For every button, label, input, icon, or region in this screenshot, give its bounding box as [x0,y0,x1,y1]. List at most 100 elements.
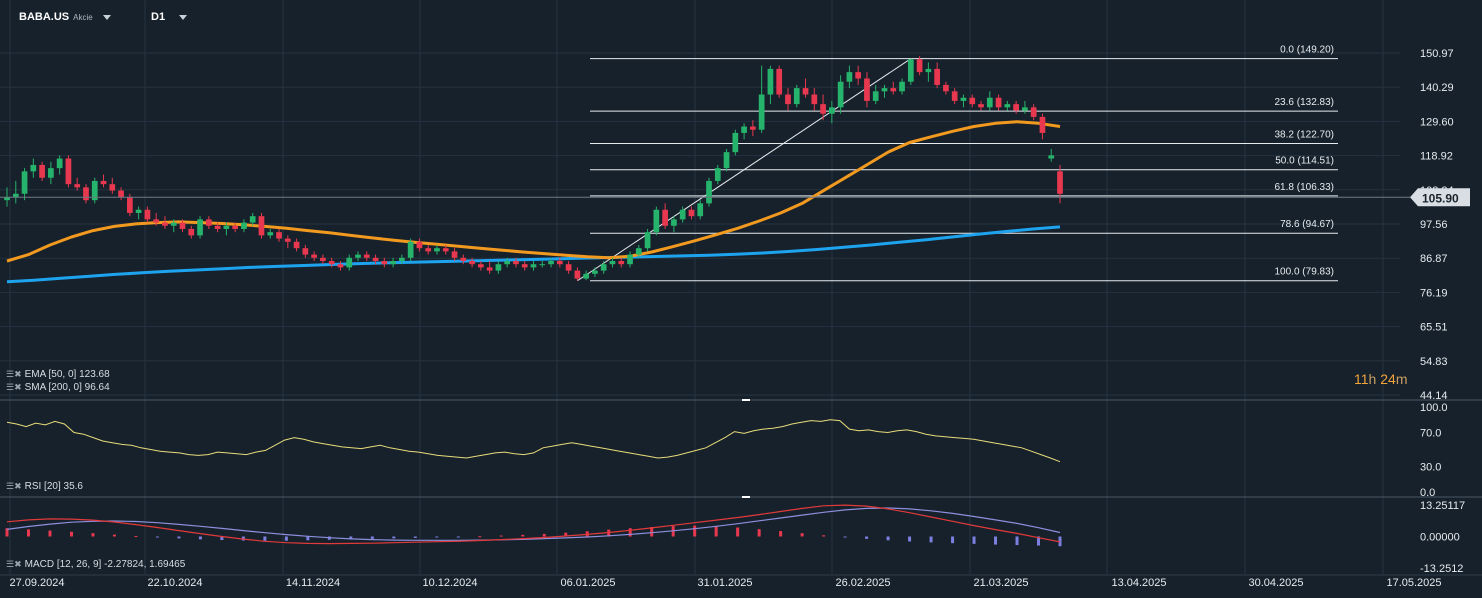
indicator-settings-icon[interactable]: ☰✖ [6,369,22,380]
candle[interactable] [907,59,914,82]
rsi-indicator-label[interactable]: ☰✖ RSI [20] 35.6 [6,481,83,492]
candle[interactable] [223,225,230,229]
candle[interactable] [758,94,765,130]
candle[interactable] [723,152,730,169]
candle[interactable] [530,264,537,268]
candle[interactable] [425,248,432,252]
candle[interactable] [811,94,818,105]
candle[interactable] [556,260,563,265]
candle[interactable] [855,72,862,79]
candle[interactable] [943,84,949,92]
candle[interactable] [355,254,361,258]
candle[interactable] [837,81,844,108]
candle[interactable] [407,241,414,258]
candle[interactable] [776,68,783,95]
candle[interactable] [864,78,870,101]
candle[interactable] [714,168,721,181]
symbol-selector[interactable]: BABA.US Akcie [19,11,93,23]
candle[interactable] [969,97,976,105]
indicator-settings-icon[interactable]: ☰✖ [6,382,22,393]
candle[interactable] [1013,104,1019,111]
candle[interactable] [188,228,195,236]
candle[interactable] [521,264,528,268]
candle[interactable] [363,254,370,258]
candle[interactable] [21,171,28,194]
candle[interactable] [986,97,993,108]
indicator-settings-icon[interactable]: ☰✖ [6,481,22,492]
candle[interactable] [1030,107,1037,117]
candle[interactable] [671,219,677,226]
candle[interactable] [732,132,739,153]
candle[interactable] [600,264,607,271]
candle[interactable] [820,104,826,114]
candle[interactable] [934,68,941,85]
candle[interactable] [153,219,160,223]
candle[interactable] [951,91,958,101]
candle[interactable] [320,257,326,261]
ema-indicator-label[interactable]: ☰✖ EMA [50, 0] 123.68 [6,369,110,380]
candle[interactable] [434,248,440,252]
candle[interactable] [197,219,203,236]
sma-indicator-label[interactable]: ☰✖ SMA [200, 0] 96.64 [6,382,110,393]
candle[interactable] [48,168,54,178]
macd-line[interactable] [6,504,1061,545]
symbol-dropdown-chevron-icon[interactable] [103,15,111,20]
candle[interactable] [232,225,239,229]
candle[interactable] [337,264,344,268]
candle[interactable] [144,209,151,220]
candle[interactable] [205,219,212,226]
candle[interactable] [56,158,63,169]
macd-indicator-label[interactable]: ☰✖ MACD [12, 26, 9] -2.27824, 1.69465 [6,559,185,570]
candle[interactable] [30,164,37,172]
candle[interactable] [565,264,572,271]
candle[interactable] [477,264,484,268]
candle[interactable] [1022,107,1028,111]
candle[interactable] [539,264,546,266]
pane-resize-handle[interactable] [742,496,750,498]
candle[interactable] [916,59,923,73]
candle[interactable] [293,241,300,249]
sma200-line[interactable] [6,225,1061,284]
timeframe-dropdown-chevron-icon[interactable] [179,15,187,20]
candle[interactable] [118,190,124,197]
candle[interactable] [1048,155,1055,159]
timeframe-selector[interactable]: D1 [151,11,165,23]
candle[interactable] [381,260,388,265]
candle[interactable] [74,184,81,188]
candle[interactable] [346,257,353,268]
ema50-line[interactable] [6,120,1061,263]
chart-canvas[interactable]: 150.97140.29129.60118.92108.2497.5686.87… [0,0,1482,598]
macd-signal-line[interactable] [6,507,1061,541]
candle[interactable] [583,273,590,279]
candle[interactable] [65,158,72,185]
indicator-settings-icon[interactable]: ☰✖ [6,559,22,570]
candle[interactable] [276,232,282,239]
candle[interactable] [750,126,756,130]
candle[interactable] [486,267,493,271]
candle[interactable] [960,97,967,101]
candle[interactable] [372,257,379,261]
candle[interactable] [995,97,1002,108]
candle[interactable] [214,225,221,229]
candle[interactable] [899,81,905,92]
candle[interactable] [469,260,475,265]
candle[interactable] [644,232,651,249]
candle[interactable] [162,222,168,226]
candle[interactable] [978,104,984,108]
candle[interactable] [100,180,107,185]
candle[interactable] [653,209,660,233]
candle[interactable] [706,180,712,204]
candle[interactable] [618,260,625,265]
candle[interactable] [741,126,747,133]
candle[interactable] [451,251,458,258]
candle[interactable] [1004,104,1011,108]
candle[interactable] [109,184,116,191]
candle[interactable] [513,260,519,265]
candle[interactable] [1057,171,1063,194]
candle[interactable] [574,270,581,279]
candle[interactable] [548,260,554,265]
candle[interactable] [258,216,265,236]
candle[interactable] [890,88,897,92]
candle[interactable] [662,209,668,226]
candle[interactable] [442,248,449,252]
